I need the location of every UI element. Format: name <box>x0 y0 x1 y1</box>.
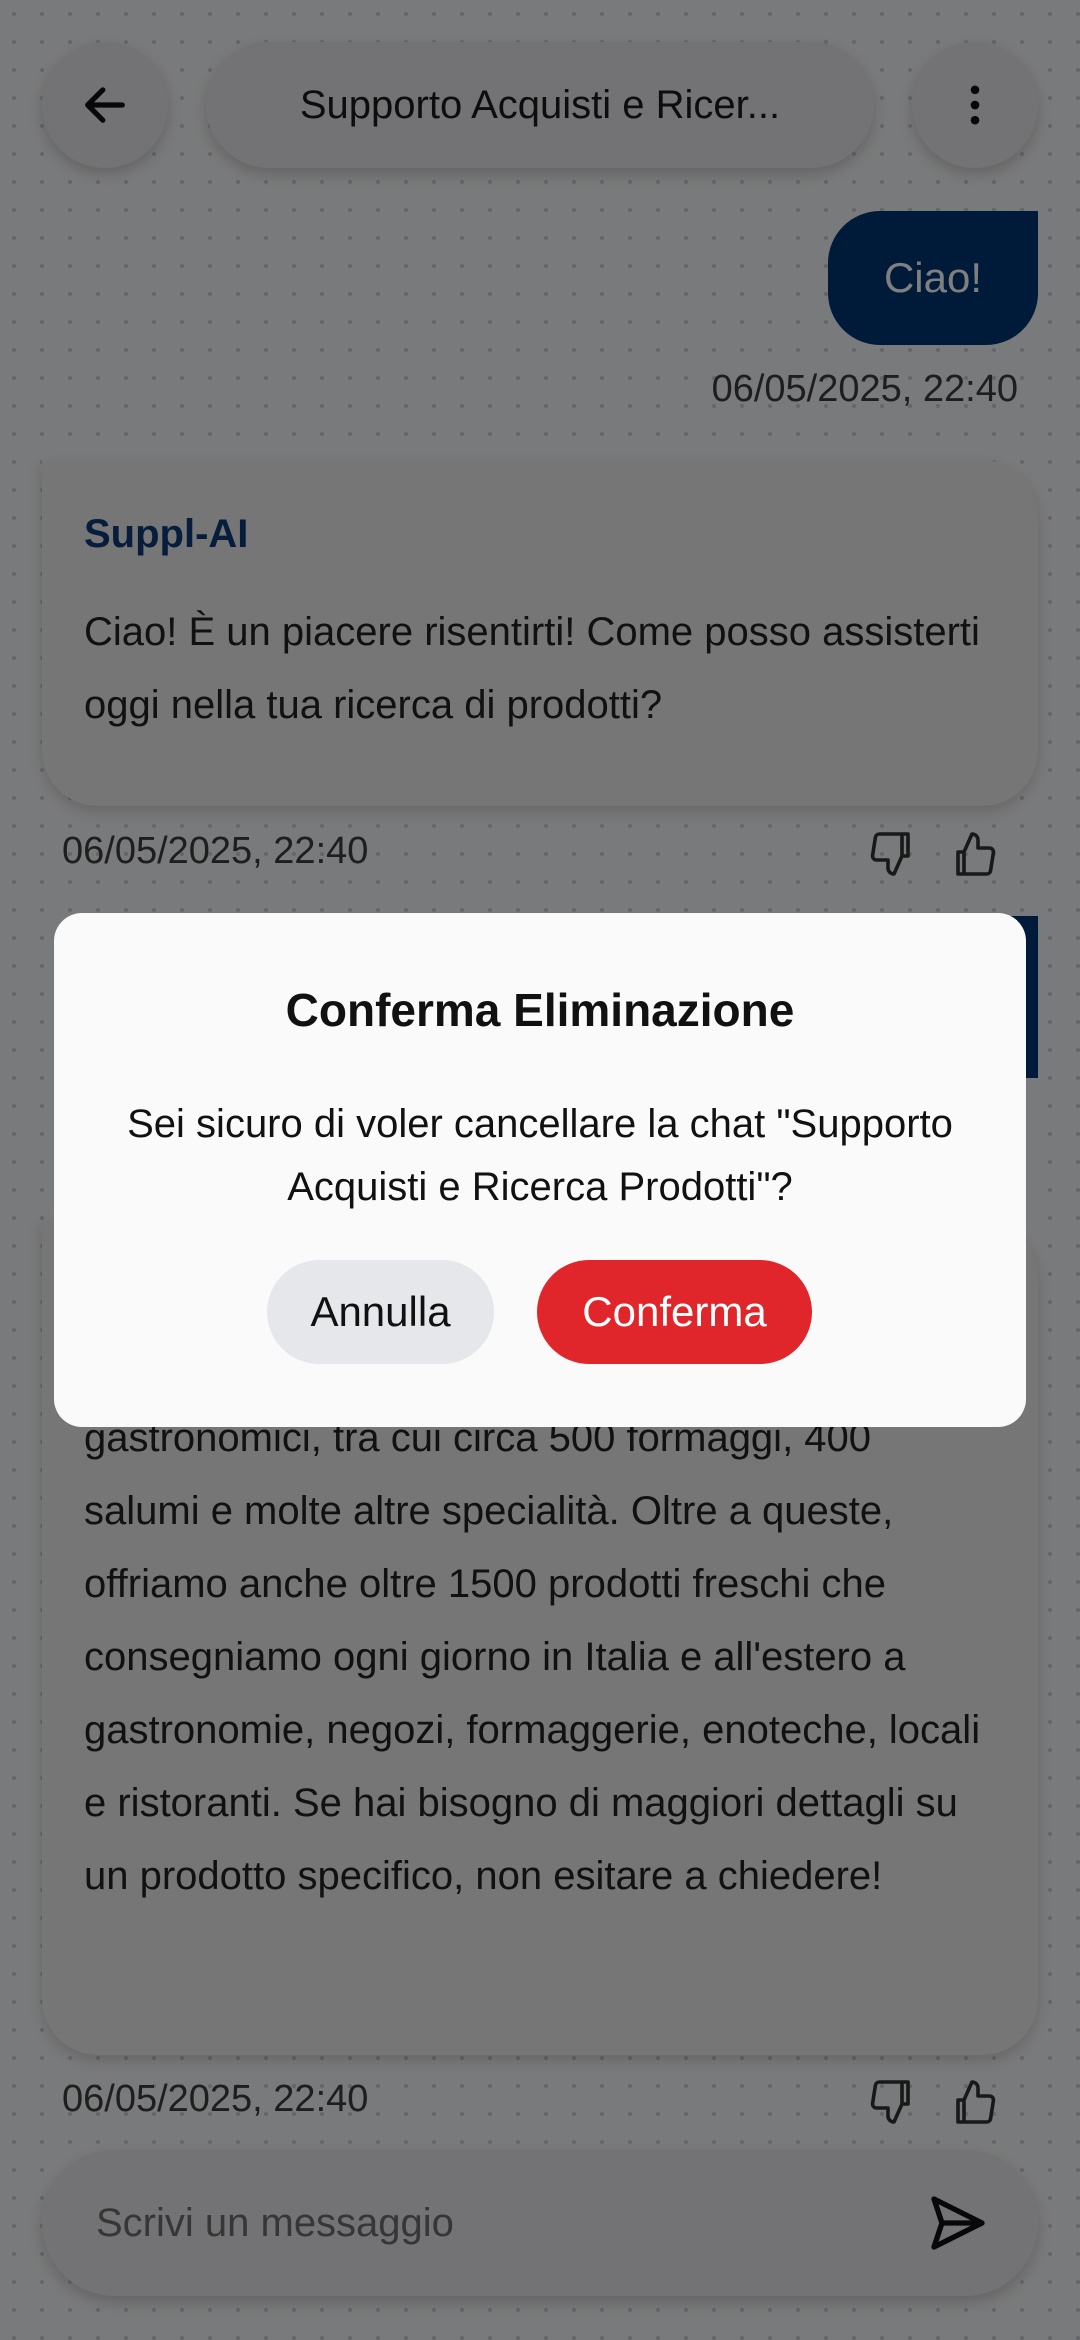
cancel-button[interactable]: Annulla <box>267 1260 494 1364</box>
dialog-message: Sei sicuro di voler cancellare la chat "… <box>127 1102 953 1209</box>
confirm-delete-dialog: Conferma Eliminazione Sei sicuro di vole… <box>54 913 1026 1427</box>
dialog-title: Conferma Eliminazione <box>285 984 795 1036</box>
confirm-button[interactable]: Conferma <box>537 1260 812 1364</box>
